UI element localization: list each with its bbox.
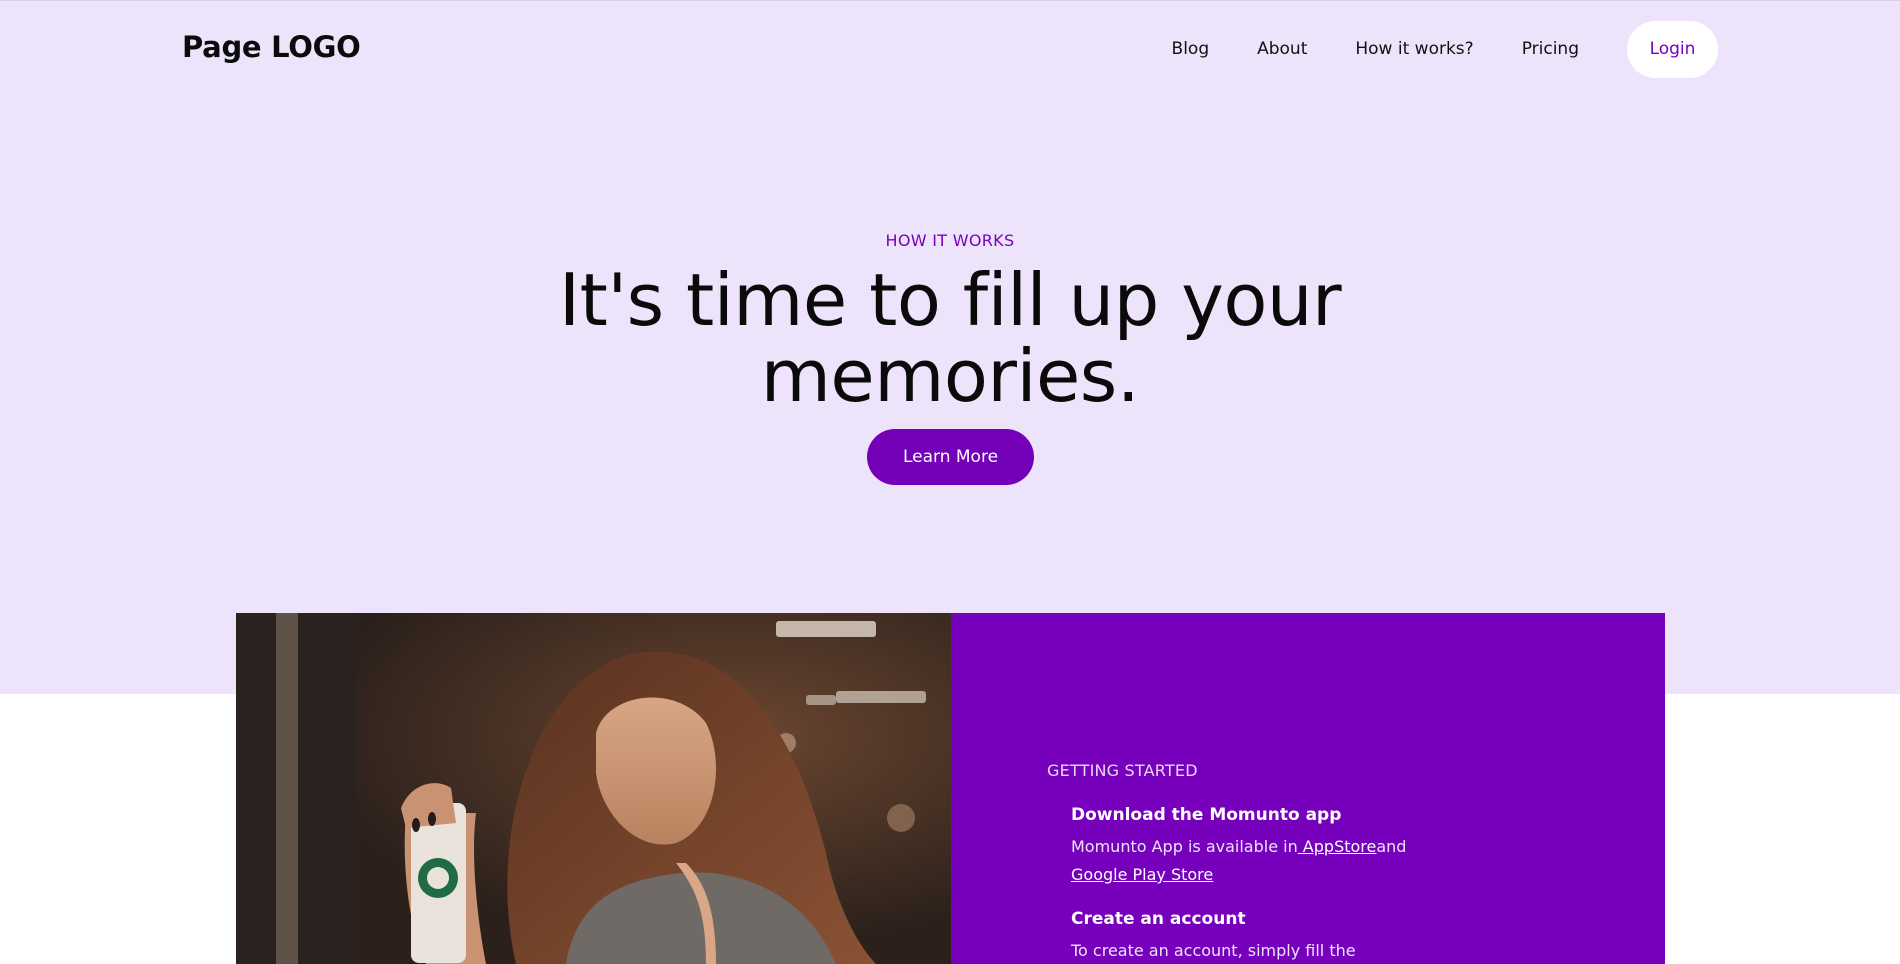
nav-item-how-it-works[interactable]: How it works?: [1355, 39, 1473, 59]
learn-more-button[interactable]: Learn More: [867, 429, 1034, 485]
hero-headline: It's time to fill up your memories.: [558, 258, 1342, 418]
nav-item-about[interactable]: About: [1257, 39, 1307, 59]
getting-started-card: GETTING STARTED Download the Momunto app…: [236, 613, 1665, 964]
appstore-link[interactable]: AppStore: [1298, 837, 1377, 856]
step-text-and: and: [1376, 837, 1407, 856]
step-text: To create an account, simply fill the: [1071, 941, 1356, 960]
main-nav: Blog About How it works? Pricing Login: [1172, 20, 1718, 78]
google-play-link[interactable]: Google Play Store: [1071, 865, 1213, 884]
step-text-before: Momunto App is available in: [1071, 837, 1298, 856]
step-title: Download the Momunto app: [1071, 805, 1342, 825]
hero-eyebrow: HOW IT WORKS: [885, 231, 1015, 250]
getting-started-title: GETTING STARTED: [1047, 761, 1198, 780]
getting-started-panel: GETTING STARTED Download the Momunto app…: [951, 613, 1665, 964]
step-create-account: Create an account To create an account, …: [1071, 909, 1471, 964]
login-button[interactable]: Login: [1627, 20, 1718, 78]
step-download-app: Download the Momunto app Momunto App is …: [1071, 805, 1471, 889]
step-text: Momunto App is available in AppStoreand …: [1071, 833, 1471, 889]
page-logo[interactable]: Page LOGO: [182, 30, 361, 64]
woman-with-coffee-photo: [236, 613, 951, 964]
step-title: Create an account: [1071, 909, 1246, 929]
nav-item-pricing[interactable]: Pricing: [1522, 39, 1579, 59]
nav-item-blog[interactable]: Blog: [1172, 39, 1210, 59]
